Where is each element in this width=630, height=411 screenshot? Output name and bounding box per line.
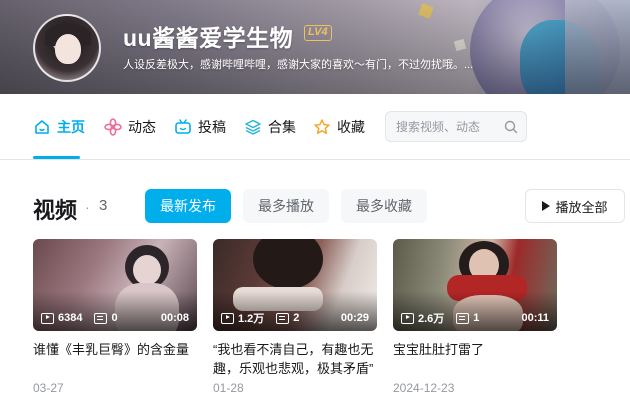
tab-label: 合集 — [268, 119, 296, 135]
profile-nav: 主页 动态 投稿 合集 收藏 — [0, 94, 630, 160]
user-signature: 人设反差极大，感谢哔哩哔哩，感谢大家的喜欢～有门，不过勿扰哦。... — [123, 59, 474, 71]
avatar[interactable] — [33, 14, 101, 82]
tab-home[interactable]: 主页 — [33, 117, 85, 137]
danmaku-icon — [276, 312, 290, 324]
video-stats: 2.6万 1 00:11 — [401, 311, 549, 325]
section-separator: · — [85, 199, 90, 215]
tab-collections[interactable]: 合集 — [244, 117, 296, 137]
tab-uploads[interactable]: 投稿 — [174, 117, 226, 137]
play-all-label: 播放全部 — [555, 199, 608, 215]
sort-latest-button[interactable]: 最新发布 — [145, 189, 231, 223]
home-icon — [35, 120, 49, 134]
search-icon[interactable] — [504, 120, 518, 134]
video-title[interactable]: “我也看不清自己，有趣也无趣，乐观也悲观，极其矛盾” — [213, 340, 377, 378]
video-thumbnail[interactable]: 2.6万 1 00:11 — [393, 239, 557, 331]
view-count: 2.6万 — [418, 313, 445, 325]
video-card: 6384 0 00:08 谁懂《丰乳巨臀》的含金量 03-27 — [33, 239, 197, 395]
search-box — [385, 111, 527, 142]
video-card: 2.6万 1 00:11 宝宝肚肚打雷了 2024-12-23 — [393, 239, 557, 395]
dynamic-icon — [104, 118, 122, 136]
video-stats: 6384 0 00:08 — [41, 311, 189, 325]
thumbnail-figure — [133, 255, 161, 285]
section-title: 视频 — [33, 198, 78, 223]
tab-label: 收藏 — [337, 119, 365, 135]
video-date: 03-27 — [33, 381, 64, 395]
video-title[interactable]: 宝宝肚肚打雷了 — [393, 340, 557, 359]
view-count: 1.2万 — [238, 313, 265, 325]
views-icon — [401, 312, 414, 324]
video-date: 2024-12-23 — [393, 381, 455, 395]
sort-most-favorited-button[interactable]: 最多收藏 — [341, 189, 427, 223]
video-title[interactable]: 谁懂《丰乳巨臀》的含金量 — [33, 340, 197, 359]
level-badge: LV4 — [304, 25, 332, 41]
views-icon — [221, 312, 234, 324]
tv-icon — [175, 119, 191, 134]
tab-label: 动态 — [128, 119, 156, 135]
danmaku-count: 0 — [111, 312, 118, 324]
danmaku-icon — [94, 312, 108, 324]
video-count: 3 — [99, 197, 108, 214]
video-thumbnail[interactable]: 1.2万 2 00:29 — [213, 239, 377, 331]
tab-dynamic[interactable]: 动态 — [104, 117, 156, 137]
video-duration: 00:11 — [521, 312, 549, 324]
layers-icon — [245, 119, 261, 135]
thumbnail-figure — [253, 239, 323, 289]
video-thumbnail[interactable]: 6384 0 00:08 — [33, 239, 197, 331]
username[interactable]: uu酱酱爱学生物 — [123, 19, 293, 53]
danmaku-count: 1 — [473, 312, 480, 324]
video-duration: 00:08 — [160, 312, 189, 324]
active-tab-indicator — [33, 156, 80, 159]
search-input[interactable] — [386, 112, 504, 141]
tab-favorites[interactable]: 收藏 — [313, 117, 365, 137]
video-duration: 00:29 — [340, 312, 369, 324]
avatar-face — [55, 34, 81, 64]
tab-label: 主页 — [57, 119, 85, 135]
tab-label: 投稿 — [198, 119, 226, 135]
danmaku-icon — [456, 312, 470, 324]
play-icon — [542, 201, 551, 211]
video-date: 01-28 — [213, 381, 244, 395]
danmaku-count: 2 — [293, 312, 300, 324]
video-card: 1.2万 2 00:29 “我也看不清自己，有趣也无趣，乐观也悲观，极其矛盾” … — [213, 239, 377, 395]
video-stats: 1.2万 2 00:29 — [221, 311, 369, 325]
play-all-button[interactable]: 播放全部 — [525, 189, 625, 223]
sort-most-played-button[interactable]: 最多播放 — [243, 189, 329, 223]
view-count: 6384 — [58, 312, 83, 324]
star-icon — [314, 119, 330, 135]
profile-banner: uu酱酱爱学生物 LV4 人设反差极大，感谢哔哩哔哩，感谢大家的喜欢～有门，不过… — [0, 0, 630, 94]
views-icon — [41, 312, 54, 324]
